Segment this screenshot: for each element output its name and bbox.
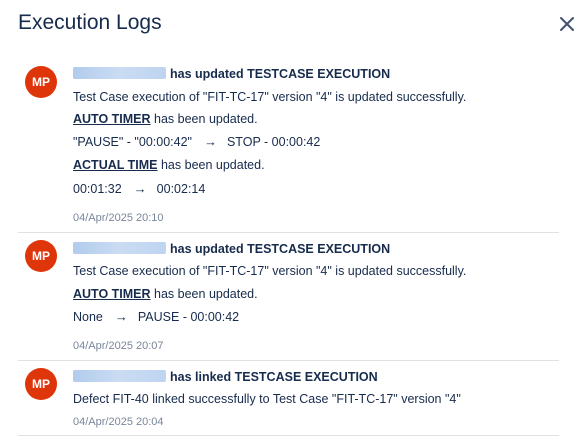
arrow-right-icon: →: [133, 181, 147, 196]
log-message: Test Case execution of "FIT-TC-17" versi…: [73, 90, 467, 104]
log-heading: has updated TESTCASE EXECUTION: [73, 67, 390, 81]
dialog-header: Execution Logs: [0, 0, 579, 50]
log-heading: has linked TESTCASE EXECUTION: [73, 370, 378, 384]
dialog-title: Execution Logs: [18, 11, 162, 34]
change-suffix: has been updated.: [154, 287, 258, 301]
log-heading: has updated TESTCASE EXECUTION: [73, 242, 390, 256]
change-field: ACTUAL TIME: [73, 158, 158, 172]
change-suffix: has been updated.: [154, 112, 258, 126]
avatar: MP: [25, 240, 57, 272]
log-timestamp: 04/Apr/2025 20:10: [73, 212, 164, 224]
log-timestamp: 04/Apr/2025 20:04: [73, 416, 164, 428]
change-suffix: has been updated.: [160, 158, 265, 172]
change-values: None → PAUSE - 00:00:42: [73, 309, 239, 324]
change-values: "PAUSE" - "00:00:42" → STOP - 00:00:42: [73, 134, 320, 149]
log-action: has updated TESTCASE EXECUTION: [170, 242, 391, 256]
avatar: MP: [25, 66, 57, 98]
change-field-line: AUTO TIMER has been updated.: [73, 112, 258, 126]
divider: [18, 360, 559, 361]
arrow-right-icon: →: [203, 134, 217, 149]
change-from: 00:01:32: [73, 182, 122, 196]
divider: [18, 232, 559, 233]
avatar: MP: [25, 368, 57, 400]
user-name-redacted: [73, 370, 166, 382]
user-name-redacted: [73, 242, 166, 254]
change-field-line: AUTO TIMER has been updated.: [73, 287, 258, 301]
divider: [18, 435, 559, 436]
close-icon[interactable]: [558, 15, 576, 33]
change-field-line: ACTUAL TIME has been updated.: [73, 158, 265, 172]
change-to: PAUSE - 00:00:42: [137, 310, 240, 324]
change-values: 00:01:32 → 00:02:14: [73, 181, 205, 196]
log-timestamp: 04/Apr/2025 20:07: [73, 340, 164, 352]
user-name-redacted: [73, 67, 166, 79]
log-action: has updated TESTCASE EXECUTION: [170, 67, 391, 81]
change-from: "PAUSE" - "00:00:42": [73, 135, 192, 149]
change-field: AUTO TIMER: [73, 112, 151, 126]
change-from: None: [73, 310, 103, 324]
log-action: has linked TESTCASE EXECUTION: [170, 370, 378, 384]
change-to: 00:02:14: [156, 182, 206, 196]
arrow-right-icon: →: [114, 309, 128, 324]
change-to: STOP - 00:00:42: [226, 135, 321, 149]
log-message: Test Case execution of "FIT-TC-17" versi…: [73, 264, 467, 278]
change-field: AUTO TIMER: [73, 287, 151, 301]
log-message: Defect FIT-40 linked successfully to Tes…: [73, 392, 461, 406]
